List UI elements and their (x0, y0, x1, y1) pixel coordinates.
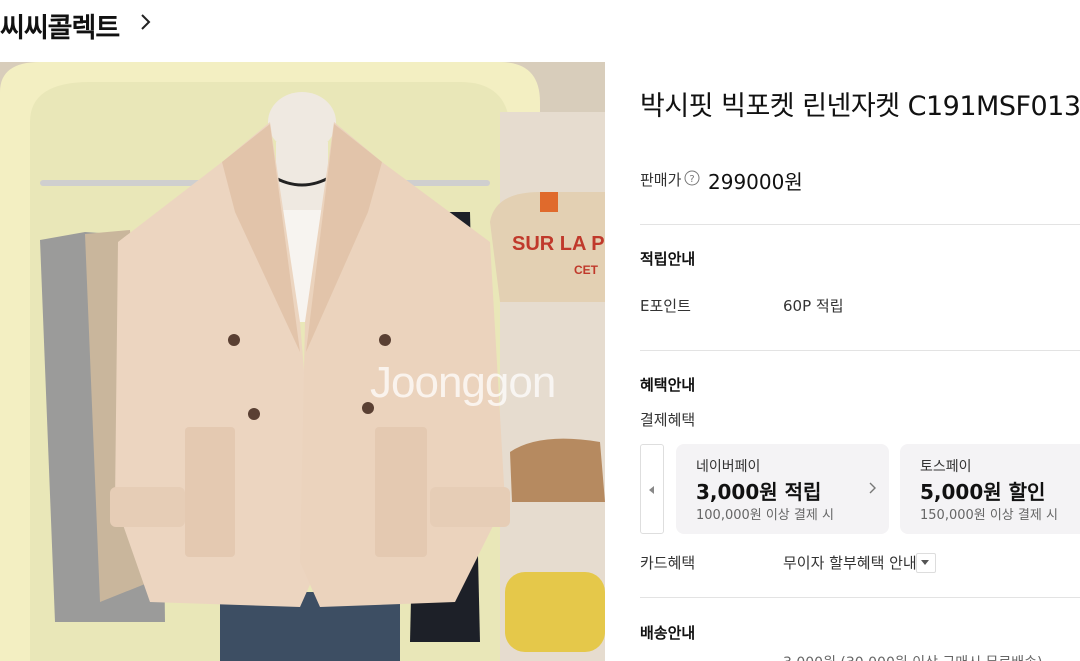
card-benefit: 5,000원 할인 (920, 480, 1046, 504)
shipping-section-title: 배송안내 (640, 624, 696, 642)
question-icon[interactable]: ? (684, 170, 700, 186)
slider-prev-button[interactable] (640, 444, 664, 534)
card-name: 토스페이 (920, 459, 972, 475)
price-label: 판매가 (640, 171, 682, 189)
caret-down-icon (921, 560, 929, 565)
payment-benefit-card-tosspay[interactable]: 토스페이 5,000원 할인 150,000원 이상 결제 시 (900, 444, 1080, 534)
product-image[interactable]: SUR LA P CET Joonggon (0, 62, 605, 661)
bag-print-text: SUR LA P (512, 233, 605, 255)
store-header: 씨씨콜렉트 (0, 0, 1080, 48)
card-benefit-dropdown[interactable] (916, 553, 936, 573)
bag-print-text-2: CET (574, 263, 599, 277)
card-condition: 100,000원 이상 결제 시 (696, 508, 834, 523)
chevron-left-icon (649, 486, 654, 494)
watermark: Joonggon (370, 358, 556, 407)
divider (640, 350, 1080, 351)
card-benefit: 3,000원 적립 (696, 480, 822, 504)
chevron-right-icon (869, 482, 876, 494)
product-info-panel: 박시핏 빅포켓 린넨자켓 C191MSF013 판매가 ? 299000원 적립… (640, 62, 1080, 661)
payment-benefit-label: 결제혜택 (640, 411, 696, 429)
divider (640, 597, 1080, 598)
card-name: 네이버페이 (696, 459, 761, 475)
product-title: 박시핏 빅포켓 린넨자켓 C191MSF013 (640, 91, 1080, 122)
card-benefit-link[interactable]: 무이자 할부혜택 안내 (783, 552, 917, 573)
payment-benefit-card-naverpay[interactable]: 네이버페이 3,000원 적립 100,000원 이상 결제 시 (676, 444, 889, 534)
benefits-section-title: 혜택안내 (640, 376, 696, 394)
shipping-info-text: 3,000원 (30,000원 이상 구매시 무료배송) (783, 652, 1042, 661)
svg-text:?: ? (689, 174, 694, 185)
card-condition: 150,000원 이상 결제 시 (920, 508, 1058, 523)
store-name-link[interactable]: 씨씨콜렉트 (0, 6, 120, 45)
points-value: 60P 적립 (783, 297, 844, 315)
divider (640, 224, 1080, 225)
chevron-right-icon[interactable] (138, 12, 154, 32)
points-label: E포인트 (640, 297, 691, 315)
product-price: 299000원 (708, 170, 803, 194)
points-section-title: 적립안내 (640, 250, 696, 268)
card-benefit-label: 카드혜택 (640, 554, 696, 572)
